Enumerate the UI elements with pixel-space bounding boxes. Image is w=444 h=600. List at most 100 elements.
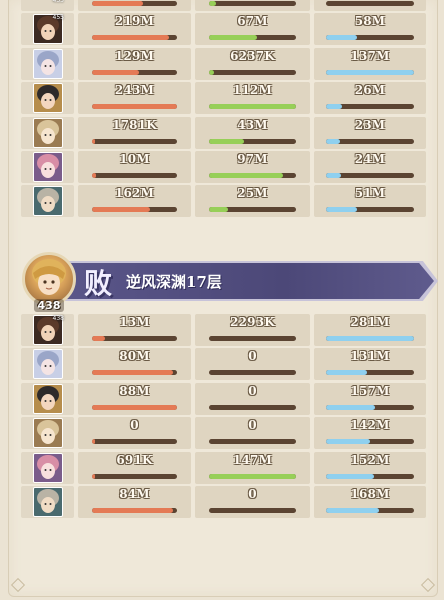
damage-bar (92, 172, 177, 178)
tank-cell: 0 (195, 485, 310, 518)
heal-value: 152M (350, 452, 390, 467)
heal-bar (326, 35, 414, 41)
tank-cell: 67M (195, 13, 310, 46)
hero-portrait-icon[interactable] (22, 252, 76, 306)
damage-taken-bar-fill (209, 1, 216, 6)
character-portrait-icon[interactable] (33, 151, 63, 182)
damage-taken-bar (209, 138, 296, 144)
heal-bar-fill (326, 370, 368, 376)
heal-value: 26M (354, 83, 386, 98)
heal-bar-fill (326, 35, 357, 41)
character-portrait-icon[interactable] (33, 117, 63, 148)
damage-cell: 243M (78, 82, 191, 115)
heal-value: 157M (350, 383, 390, 398)
heal-cell: 51M (314, 185, 426, 218)
heal-cell: 26M (314, 82, 426, 115)
stats-row: 162M 25M 51M (21, 185, 426, 218)
heal-bar-fill (326, 207, 357, 213)
unit-level: 455 (52, 0, 64, 4)
tank-cell: 147M (195, 451, 310, 484)
damage-cell: 1781K (78, 116, 191, 149)
damage-taken-value: 67M (237, 14, 268, 29)
heal-cell: 168M (314, 485, 426, 518)
damage-bar-fill (92, 507, 173, 513)
battle-result-banner[interactable]: 438 败 逆风深渊17层 (22, 252, 438, 312)
damage-taken-bar (209, 370, 296, 376)
damage-cell: 80M (78, 348, 191, 381)
heal-bar (326, 69, 414, 75)
damage-bar (92, 1, 177, 6)
damage-value: 0 (130, 418, 139, 433)
heal-bar-fill (326, 172, 341, 178)
unit-level: 438 (52, 315, 64, 322)
banner-ribbon (62, 263, 434, 299)
heal-bar-fill (326, 507, 379, 513)
damage-bar-fill (92, 473, 96, 479)
damage-bar-fill (92, 35, 169, 41)
tank-cell: 25M (195, 185, 310, 218)
heal-bar-fill (326, 473, 374, 479)
damage-value: 129M (114, 48, 155, 63)
heal-bar (326, 404, 414, 410)
stats-row: 0 0 142M (21, 417, 426, 450)
damage-taken-value: 25M (237, 186, 268, 201)
damage-taken-bar-fill (209, 172, 283, 178)
damage-bar-fill (92, 172, 97, 178)
damage-taken-bar-fill (209, 473, 296, 479)
damage-cell: 13M (78, 314, 191, 346)
heal-bar-fill (326, 404, 376, 410)
heal-value: 142M (350, 418, 390, 433)
damage-value: 162M (114, 186, 155, 201)
stats-row: 1781K 43M 23M (21, 116, 426, 149)
damage-taken-bar (209, 439, 296, 445)
damage-cell: 10M (78, 150, 191, 183)
damage-bar-fill (92, 404, 177, 410)
damage-taken-bar (209, 104, 296, 110)
damage-cell: 0 (78, 417, 191, 450)
damage-bar (92, 138, 177, 144)
damage-bar-fill (92, 69, 139, 75)
heal-value: 137M (350, 48, 390, 63)
damage-taken-value: 43M (237, 117, 268, 132)
character-portrait-icon[interactable] (33, 83, 63, 114)
heal-bar (326, 104, 414, 110)
heal-cell: 131M (314, 348, 426, 381)
heal-value: 281M (350, 315, 390, 329)
portrait-cell (21, 150, 74, 183)
character-portrait-icon[interactable] (33, 383, 63, 414)
damage-taken-bar (209, 507, 296, 513)
damage-cell: 162M (78, 185, 191, 218)
character-portrait-icon[interactable] (33, 418, 63, 449)
character-portrait-icon[interactable] (33, 349, 63, 380)
tank-cell: 97M (195, 150, 310, 183)
damage-taken-bar-fill (209, 104, 296, 110)
portrait-cell (21, 451, 74, 484)
damage-cell: 84M (78, 485, 191, 518)
heal-bar-fill (326, 104, 342, 110)
character-portrait-icon[interactable] (33, 48, 63, 79)
heal-cell: 157M (314, 382, 426, 415)
portrait-cell (21, 82, 74, 115)
damage-bar (92, 370, 177, 376)
tank-cell: 43M (195, 116, 310, 149)
stats-row: 243M 112M 26M (21, 82, 426, 115)
damage-value: 691K (116, 452, 153, 467)
damage-taken-value: 147M (232, 452, 273, 467)
heal-cell: 281M (314, 314, 426, 346)
corner-ornament-left (10, 577, 26, 593)
heal-cell: 58M (314, 13, 426, 46)
damage-taken-value: 6237K (230, 48, 275, 63)
character-portrait-icon[interactable] (33, 452, 63, 483)
heal-bar (326, 439, 414, 445)
portrait-cell (21, 417, 74, 450)
portrait-cell (21, 382, 74, 415)
heal-value: 23M (354, 117, 386, 132)
damage-bar (92, 439, 177, 445)
character-portrait-icon[interactable] (33, 486, 63, 517)
damage-bar (92, 336, 177, 341)
damage-taken-bar (209, 404, 296, 410)
portrait-cell (21, 485, 74, 518)
stats-row: 455 219M 67M 58M (21, 13, 426, 46)
character-portrait-icon[interactable] (33, 186, 63, 217)
portrait-cell (21, 185, 74, 218)
